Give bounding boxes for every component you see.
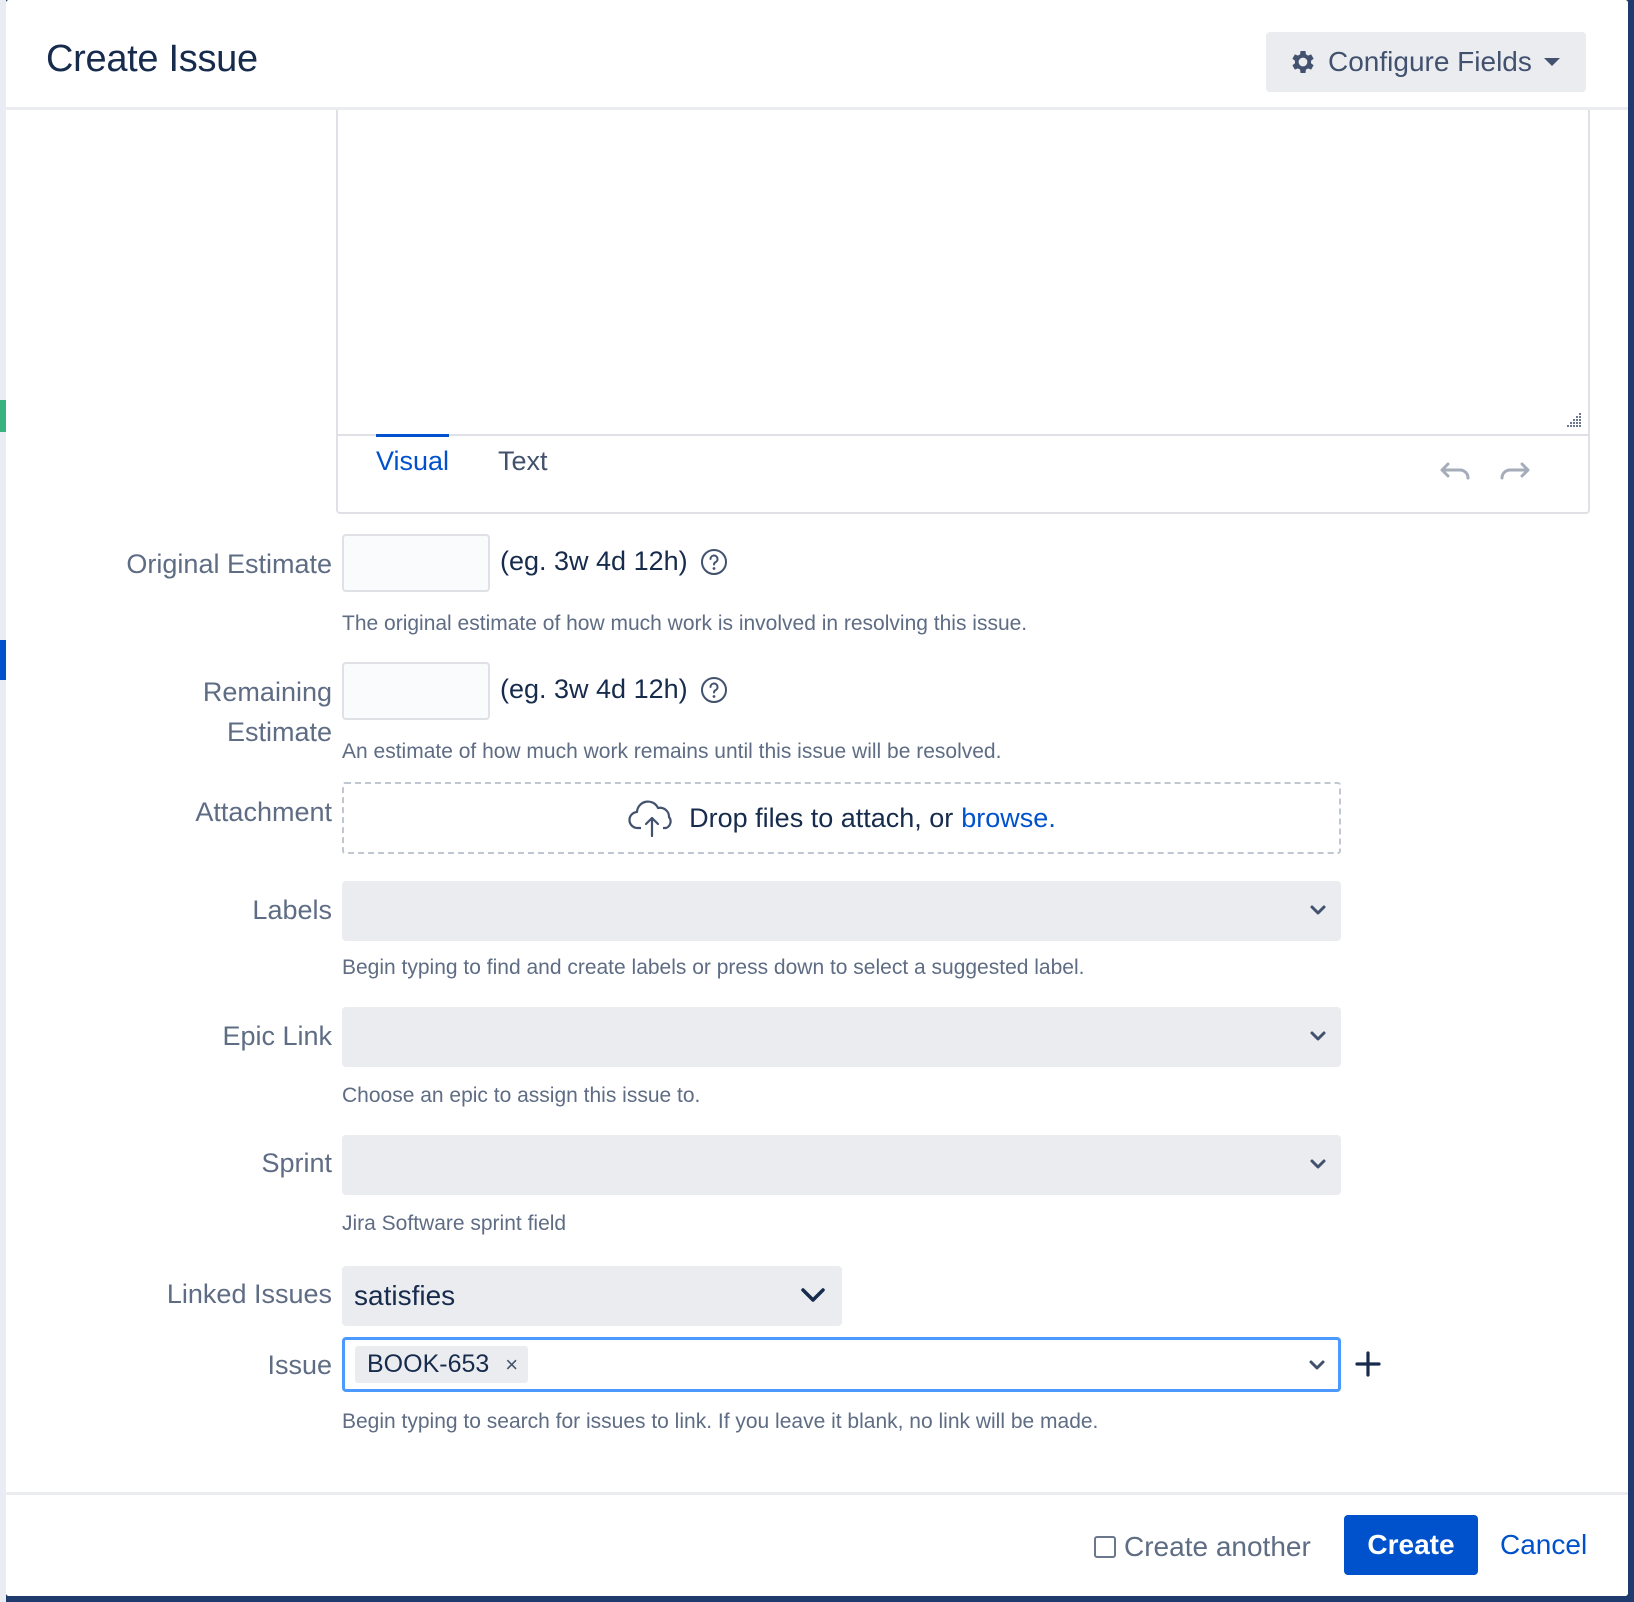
issue-label: Issue — [267, 1350, 332, 1380]
issue-description: Begin typing to search for issues to lin… — [342, 1410, 1099, 1433]
create-button[interactable]: Create — [1344, 1515, 1478, 1575]
attachment-label: Attachment — [195, 797, 332, 827]
help-circle-icon[interactable] — [700, 548, 728, 576]
configure-fields-label: Configure Fields — [1328, 46, 1532, 77]
help-circle-icon[interactable] — [700, 676, 728, 704]
linked-issues-label: Linked Issues — [166, 1279, 332, 1309]
original-estimate-description: The original estimate of how much work i… — [342, 612, 1028, 635]
epic-link-select[interactable] — [342, 1007, 1341, 1067]
caret-down-icon — [1543, 58, 1560, 66]
original-estimate-input[interactable] — [342, 534, 490, 592]
sprint-select[interactable] — [342, 1135, 1341, 1195]
tab-text[interactable]: Text — [498, 446, 548, 477]
create-another-toggle[interactable]: Create another — [1094, 1531, 1311, 1563]
issue-token: BOOK-653 × — [355, 1346, 529, 1383]
remove-token-icon[interactable]: × — [505, 1352, 518, 1378]
original-estimate-label: Original Estimate — [126, 549, 332, 579]
link-type-value: satisfies — [354, 1280, 456, 1311]
chevron-down-icon — [1310, 1159, 1326, 1169]
remaining-estimate-hint: (eg. 3w 4d 12h) — [500, 674, 728, 705]
gear-icon — [1292, 51, 1314, 73]
remaining-estimate-description: An estimate of how much work remains unt… — [342, 740, 1002, 763]
link-type-select[interactable]: satisfies — [342, 1266, 842, 1326]
attachment-browse-link[interactable]: browse. — [961, 803, 1056, 834]
description-editor: Visual Text — [336, 110, 1590, 514]
chevron-down-icon — [801, 1288, 825, 1302]
resize-grip-icon[interactable] — [1564, 410, 1582, 428]
issue-token-label: BOOK-653 — [367, 1350, 490, 1378]
chevron-down-icon[interactable] — [1308, 1358, 1326, 1372]
attachment-drop-text: Drop files to attach, or — [689, 802, 954, 833]
sprint-label: Sprint — [261, 1148, 332, 1178]
plus-icon[interactable] — [1354, 1350, 1382, 1378]
create-another-checkbox[interactable] — [1094, 1536, 1116, 1558]
remaining-estimate-format-hint: (eg. 3w 4d 12h) — [500, 674, 688, 704]
remaining-estimate-input[interactable] — [342, 662, 490, 720]
epic-link-description: Choose an epic to assign this issue to. — [342, 1084, 701, 1107]
redo-icon[interactable] — [1498, 460, 1532, 484]
epic-link-label: Epic Link — [222, 1021, 332, 1051]
dialog-header: Create Issue Configure Fields — [6, 0, 1628, 110]
dialog-footer: Create another Create Cancel — [6, 1492, 1628, 1596]
description-textarea[interactable] — [338, 110, 1588, 436]
cloud-upload-icon — [628, 800, 672, 838]
chevron-down-icon — [1310, 905, 1326, 915]
cancel-link[interactable]: Cancel — [1500, 1529, 1587, 1561]
configure-fields-button[interactable]: Configure Fields — [1266, 32, 1586, 92]
labels-select[interactable] — [342, 881, 1341, 941]
tab-visual[interactable]: Visual — [376, 434, 450, 477]
remaining-estimate-label-line1: Remaining — [202, 677, 332, 707]
create-issue-dialog: Create Issue Configure Fields Visual Tex… — [6, 0, 1628, 1596]
dialog-title: Create Issue — [46, 38, 258, 80]
remaining-estimate-label-line2: Estimate — [226, 717, 332, 747]
create-another-label: Create another — [1124, 1531, 1311, 1562]
issue-picker-input[interactable]: BOOK-653 × — [342, 1337, 1341, 1392]
undo-icon[interactable] — [1438, 460, 1472, 484]
sprint-description: Jira Software sprint field — [342, 1212, 567, 1235]
original-estimate-hint: (eg. 3w 4d 12h) — [500, 546, 728, 577]
labels-description: Begin typing to find and create labels o… — [342, 956, 1085, 979]
chevron-down-icon — [1310, 1031, 1326, 1041]
original-estimate-format-hint: (eg. 3w 4d 12h) — [500, 546, 688, 576]
labels-label: Labels — [252, 895, 332, 925]
attachment-dropzone[interactable]: Drop files to attach, or browse. — [342, 782, 1341, 854]
